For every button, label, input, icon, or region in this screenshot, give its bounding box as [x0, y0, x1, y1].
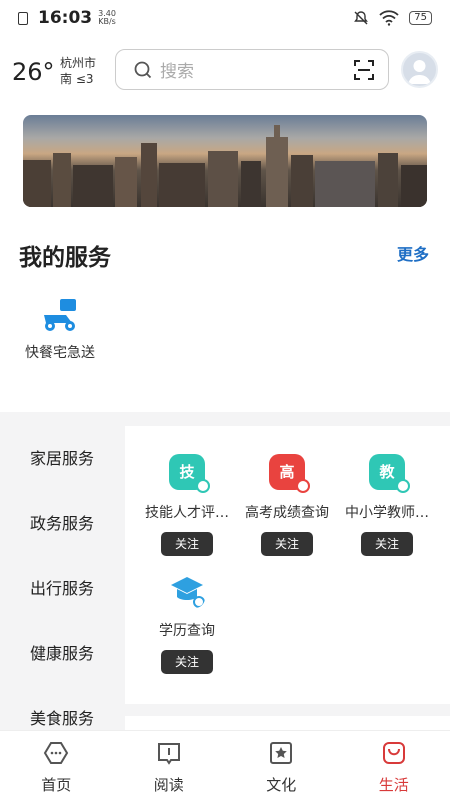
my-services-title: 我的服务: [19, 245, 111, 271]
star-icon: [270, 742, 293, 764]
service-item[interactable]: 学历查询 关注: [137, 572, 237, 674]
graduation-cap-icon: [171, 577, 205, 608]
teacher-icon: 教: [369, 454, 410, 493]
follow-button[interactable]: 关注: [361, 532, 413, 556]
skyline-image: [23, 125, 427, 207]
wifi-icon: [379, 10, 399, 26]
tab-home[interactable]: 首页: [0, 731, 113, 800]
more-link[interactable]: 更多: [397, 241, 429, 265]
service-delivery[interactable]: 快餐宅急送: [20, 297, 100, 362]
avatar[interactable]: [401, 51, 438, 88]
category-government[interactable]: 政务服务: [0, 491, 125, 556]
user-icon: [408, 60, 431, 84]
service-item[interactable]: 教 中小学教师… 关注: [337, 454, 437, 556]
service-name: 学历查询: [159, 623, 215, 639]
tab-label: 阅读: [153, 776, 184, 794]
search-badge-icon: [296, 479, 310, 493]
service-name: 中小学教师…: [345, 505, 429, 521]
status-bar: 16:03 3.40 KB/s 75: [0, 0, 450, 36]
status-time: 16:03: [38, 8, 93, 28]
tab-reading[interactable]: 阅读: [113, 731, 226, 800]
header: 26° 杭州市 南 ≤3 搜索: [0, 48, 450, 92]
temperature: 26°: [12, 58, 55, 86]
tab-culture[interactable]: 文化: [225, 731, 338, 800]
shopping-bag-icon: [382, 742, 405, 764]
network-speed: 3.40 KB/s: [98, 10, 116, 26]
scan-icon[interactable]: [354, 60, 374, 80]
service-item[interactable]: 高 高考成绩查询 关注: [237, 454, 337, 556]
follow-button[interactable]: 关注: [261, 532, 313, 556]
city-name: 杭州市: [60, 56, 97, 70]
weather-location[interactable]: 杭州市 南 ≤3: [60, 55, 96, 87]
category-home[interactable]: 家居服务: [0, 426, 125, 491]
wind-info: 南 ≤3: [60, 72, 94, 86]
service-panel: 技 技能人才评… 关注 高 高考成绩查询 关注 教 中小学教师… 关注 学历查询…: [125, 426, 450, 704]
tab-label: 生活: [378, 776, 409, 794]
battery-indicator: 75: [409, 11, 432, 25]
skill-icon: 技: [169, 454, 210, 493]
service-item[interactable]: 技 技能人才评… 关注: [137, 454, 237, 556]
search-badge-icon: [396, 479, 410, 493]
service-label: 快餐宅急送: [25, 345, 95, 361]
book-icon: [157, 743, 180, 765]
service-icon-text: 高: [279, 463, 295, 481]
search-icon: [134, 61, 152, 78]
tab-label: 首页: [41, 776, 72, 794]
exam-icon: 高: [269, 454, 310, 493]
search-box[interactable]: 搜索: [115, 49, 389, 90]
sim-icon: [18, 11, 28, 25]
delivery-scooter-icon: [44, 299, 76, 331]
category-travel[interactable]: 出行服务: [0, 556, 125, 621]
service-name: 技能人才评…: [145, 505, 229, 521]
mute-icon: [354, 11, 369, 25]
follow-button[interactable]: 关注: [161, 532, 213, 556]
city-skyline-banner[interactable]: [23, 115, 427, 207]
tab-label: 文化: [266, 776, 297, 794]
search-badge-icon: [196, 479, 210, 493]
tab-life[interactable]: 生活: [338, 731, 450, 800]
service-panel-next: [125, 716, 450, 730]
service-name: 高考成绩查询: [245, 505, 329, 521]
service-icon-text: 技: [179, 463, 195, 481]
network-speed-unit: KB/s: [98, 17, 116, 26]
follow-button[interactable]: 关注: [161, 650, 213, 674]
service-icon-text: 教: [379, 463, 395, 481]
search-input[interactable]: 搜索: [160, 57, 194, 82]
home-icon: [44, 742, 69, 764]
category-health[interactable]: 健康服务: [0, 621, 125, 686]
bottom-nav: 首页 阅读 文化 生活: [0, 730, 450, 800]
category-list: 家居服务 政务服务 出行服务 健康服务 美食服务: [0, 426, 125, 751]
